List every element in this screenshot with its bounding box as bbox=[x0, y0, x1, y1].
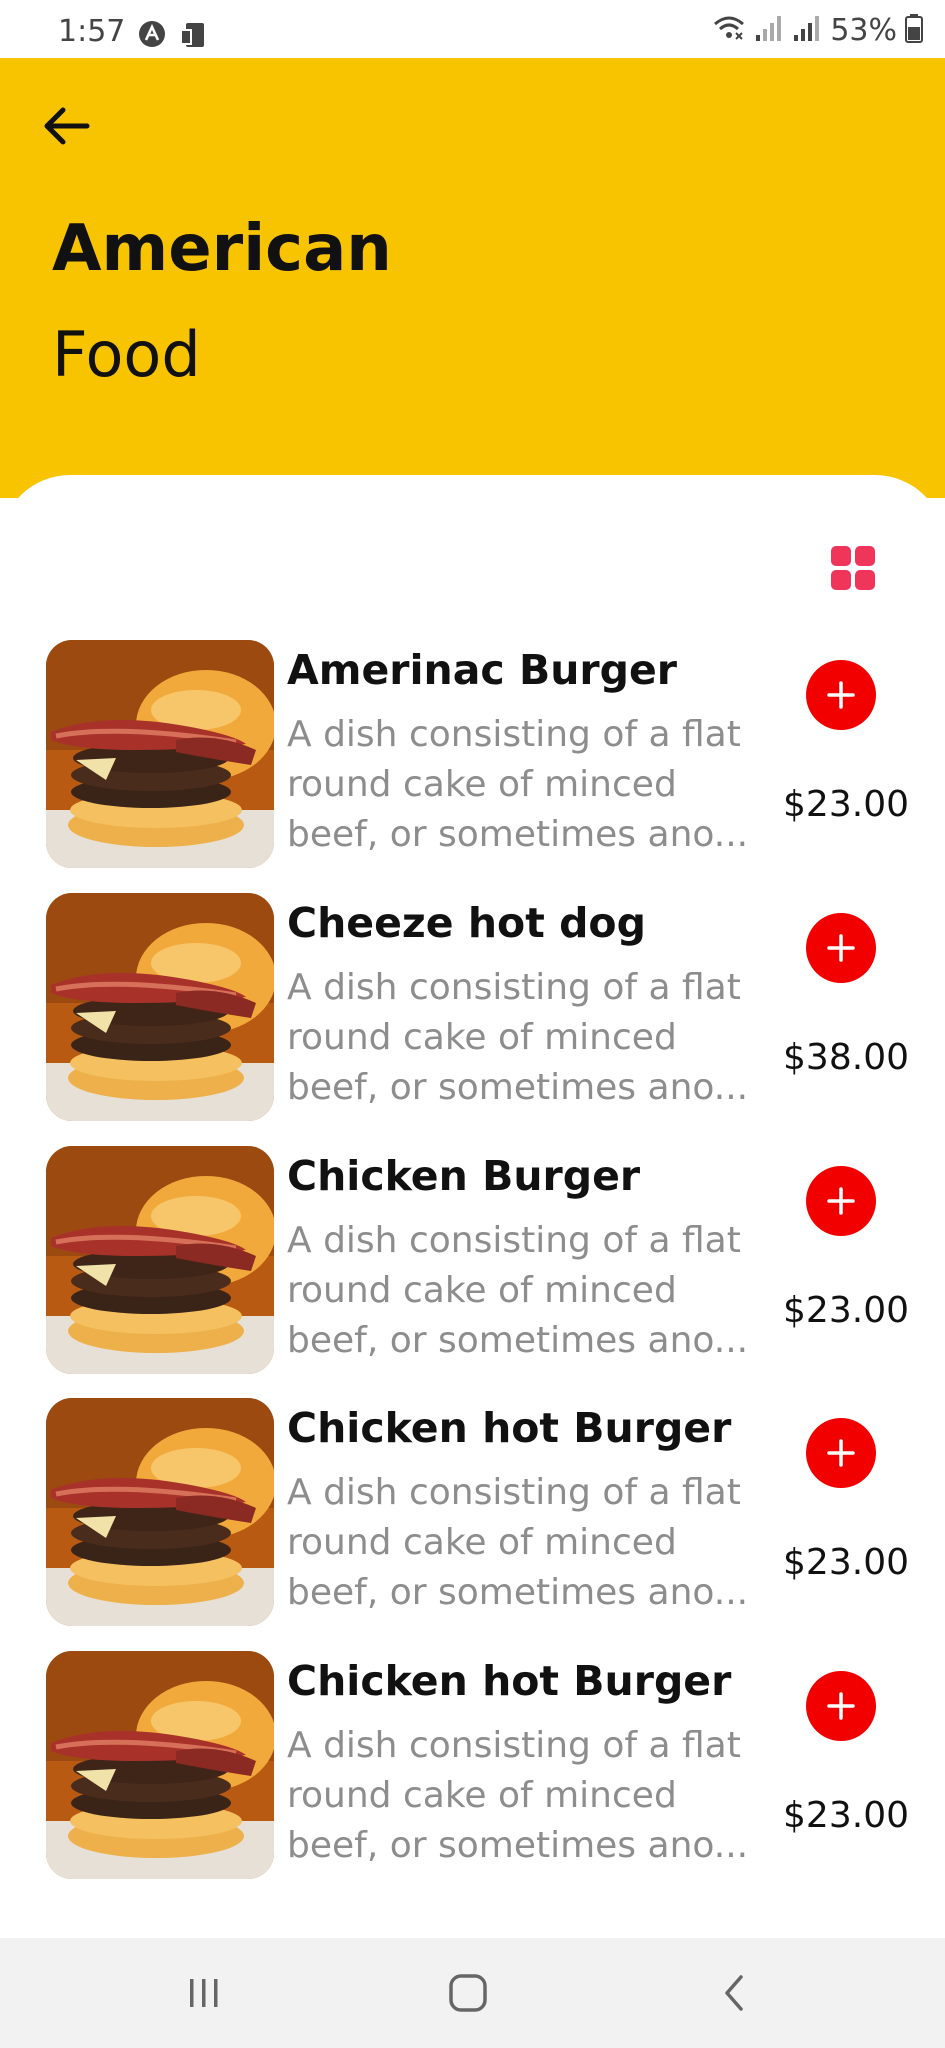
list-item[interactable]: Chicken hot Burger A dish consisting of … bbox=[0, 1398, 945, 1630]
add-to-cart-button[interactable] bbox=[806, 1418, 876, 1488]
battery-icon bbox=[905, 13, 923, 47]
nav-back-button[interactable] bbox=[704, 1968, 764, 2018]
list-item[interactable]: Chicken Burger A dish consisting of a fl… bbox=[0, 1146, 945, 1378]
food-photo-svg bbox=[46, 1146, 274, 1374]
home-icon bbox=[449, 1974, 487, 2012]
item-price: $23.00 bbox=[783, 1290, 909, 1331]
item-name: Cheeze hot dog bbox=[287, 899, 646, 947]
plus-icon bbox=[827, 1692, 855, 1720]
device-icon bbox=[178, 20, 206, 48]
item-description: A dish consisting of a flat round cake o… bbox=[287, 1725, 749, 1866]
status-time: 1:57 bbox=[58, 14, 126, 49]
food-photo-svg bbox=[46, 1651, 274, 1879]
wifi-icon bbox=[712, 13, 746, 47]
app-a-icon bbox=[138, 20, 166, 48]
food-image[interactable] bbox=[46, 1398, 274, 1626]
item-name: Chicken hot Burger bbox=[287, 1404, 732, 1452]
plus-icon bbox=[827, 1439, 855, 1467]
list-item[interactable]: Amerinac Burger A dish consisting of a f… bbox=[0, 640, 945, 872]
signal-icon bbox=[754, 13, 784, 47]
add-to-cart-button[interactable] bbox=[806, 660, 876, 730]
item-description: A dish consisting of a flat round cake o… bbox=[287, 1472, 749, 1613]
item-price: $23.00 bbox=[783, 1542, 909, 1583]
item-name: Chicken Burger bbox=[287, 1152, 641, 1200]
add-to-cart-button[interactable] bbox=[806, 1671, 876, 1741]
battery-percent: 53% bbox=[830, 12, 897, 48]
food-photo-svg bbox=[46, 640, 274, 868]
food-image[interactable] bbox=[46, 640, 274, 868]
grid-view-icon-cell bbox=[831, 570, 851, 590]
list-item[interactable]: Chicken hot Burger A dish consisting of … bbox=[0, 1651, 945, 1883]
back-icon bbox=[725, 1975, 743, 2011]
food-photo-svg bbox=[46, 893, 274, 1121]
page-title: American bbox=[52, 212, 392, 286]
recent-apps-icon bbox=[190, 1979, 218, 2007]
grid-view-icon-cell bbox=[855, 570, 875, 590]
home-button[interactable] bbox=[438, 1968, 498, 2018]
plus-icon bbox=[827, 934, 855, 962]
arrow-left-icon bbox=[44, 107, 90, 145]
grid-view-icon-cell bbox=[855, 546, 875, 566]
system-nav-bar bbox=[0, 1938, 945, 2048]
item-description: A dish consisting of a flat round cake o… bbox=[287, 714, 749, 855]
food-image[interactable] bbox=[46, 893, 274, 1121]
food-image[interactable] bbox=[46, 1651, 274, 1879]
list-item[interactable]: Cheeze hot dog A dish consisting of a fl… bbox=[0, 893, 945, 1125]
plus-icon bbox=[827, 1187, 855, 1215]
food-photo-svg bbox=[46, 1398, 274, 1626]
add-to-cart-button[interactable] bbox=[806, 1166, 876, 1236]
food-image[interactable] bbox=[46, 1146, 274, 1374]
item-price: $23.00 bbox=[783, 784, 909, 825]
item-name: Amerinac Burger bbox=[287, 646, 678, 694]
back-button[interactable] bbox=[38, 98, 94, 154]
item-description: A dish consisting of a flat round cake o… bbox=[287, 1220, 749, 1361]
plus-icon bbox=[827, 681, 855, 709]
page-subtitle: Food bbox=[52, 318, 201, 391]
signal-icon bbox=[792, 13, 822, 47]
grid-view-button[interactable] bbox=[831, 546, 875, 590]
item-name: Chicken hot Burger bbox=[287, 1657, 732, 1705]
recent-apps-button[interactable] bbox=[174, 1968, 234, 2018]
status-indicators: 53% bbox=[712, 12, 923, 48]
grid-view-icon bbox=[831, 546, 851, 566]
status-bar: 1:57 53% bbox=[0, 0, 945, 58]
add-to-cart-button[interactable] bbox=[806, 913, 876, 983]
item-price: $23.00 bbox=[783, 1795, 909, 1836]
item-price: $38.00 bbox=[783, 1037, 909, 1078]
item-description: A dish consisting of a flat round cake o… bbox=[287, 967, 749, 1108]
